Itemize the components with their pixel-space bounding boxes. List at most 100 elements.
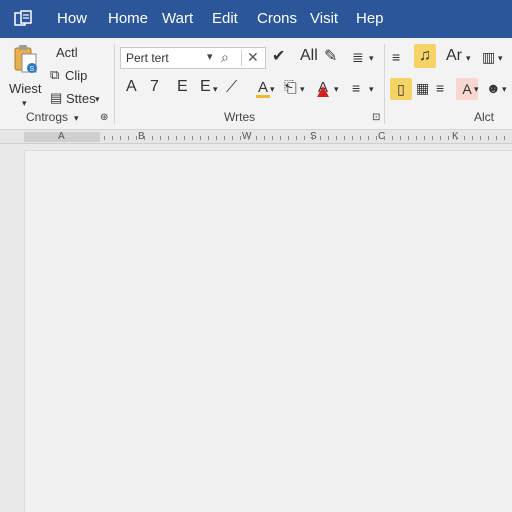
align-icon[interactable]: ≡ bbox=[392, 48, 400, 66]
columns-icon[interactable]: ▥ bbox=[482, 48, 495, 66]
chevron-down-icon[interactable]: ▾ bbox=[474, 82, 479, 96]
ruler-tick bbox=[104, 136, 105, 140]
style-ar-button[interactable]: Ar bbox=[446, 48, 462, 64]
ruler-label: A bbox=[58, 131, 65, 142]
ruler-tick bbox=[128, 136, 129, 140]
ruler-tick bbox=[200, 136, 201, 140]
ruler-tick bbox=[328, 136, 329, 140]
ribbon: S Wiest ▾ Actl ⧉ Clip ▤ Sttes ▾ Cntrogs … bbox=[0, 38, 512, 130]
ruler-tick bbox=[184, 136, 185, 140]
chevron-down-icon[interactable]: ▾ bbox=[270, 82, 275, 96]
font-group-label: Wrtes bbox=[224, 110, 256, 124]
styles-label[interactable]: Sttes bbox=[66, 91, 96, 107]
menu-bar: How Home Wart Edit Crons Visit Hep bbox=[0, 0, 512, 38]
ruler-tick bbox=[136, 136, 137, 140]
paste-label: Wiest bbox=[9, 81, 42, 96]
ruler-tick bbox=[488, 136, 489, 140]
menu-visit[interactable]: Visit bbox=[310, 10, 338, 28]
eraser-icon[interactable]: ⟋ bbox=[226, 79, 237, 97]
format-painter-icon[interactable]: ▤ bbox=[50, 89, 62, 107]
chevron-down-icon[interactable]: ▾ bbox=[498, 51, 503, 65]
dialog-launcher-icon[interactable]: ⊛ bbox=[100, 111, 108, 125]
ruler-tick bbox=[408, 136, 409, 140]
paste-icon: S bbox=[14, 45, 37, 73]
ruler-tick bbox=[360, 136, 361, 140]
menu-how[interactable]: How bbox=[57, 10, 87, 28]
divider bbox=[114, 44, 115, 124]
chevron-down-icon[interactable]: ▾ bbox=[95, 92, 100, 106]
clip-label[interactable]: Clip bbox=[65, 68, 87, 84]
music-button[interactable]: ♫ bbox=[414, 44, 436, 68]
dialog-launcher-icon[interactable]: ⊡ bbox=[372, 111, 380, 125]
close-icon[interactable]: ✕ bbox=[247, 49, 259, 66]
ruler-tick bbox=[248, 136, 249, 140]
document-area bbox=[0, 144, 512, 512]
horizontal-ruler[interactable]: A B W S C K bbox=[0, 130, 512, 144]
copy-icon[interactable]: ⧉ bbox=[50, 66, 59, 84]
ruler-tick bbox=[320, 136, 321, 140]
ruler-tick bbox=[224, 136, 225, 140]
ruler-tick bbox=[168, 136, 169, 140]
font-a-button[interactable]: A bbox=[126, 79, 137, 95]
ruler-tick bbox=[344, 136, 345, 140]
ruler-tick bbox=[160, 136, 161, 140]
font-7-button[interactable]: 7 bbox=[150, 79, 159, 95]
menu-hep[interactable]: Hep bbox=[356, 10, 384, 28]
chevron-down-icon[interactable]: ▾ bbox=[466, 51, 471, 65]
font-e-button[interactable]: E bbox=[177, 79, 188, 95]
insert-icon[interactable]: ⎗ bbox=[284, 79, 297, 97]
ruler-tick bbox=[264, 136, 265, 140]
divider bbox=[384, 44, 385, 124]
person-icon[interactable]: ☻ bbox=[486, 79, 501, 97]
ruler-tick bbox=[464, 136, 465, 140]
chevron-down-icon[interactable]: ▾ bbox=[207, 50, 213, 63]
paragraph-icon[interactable]: ≡ bbox=[352, 79, 360, 97]
font-name-combobox[interactable]: Pert tert ▾ ⌕ ✕ bbox=[120, 47, 266, 69]
chevron-down-icon[interactable]: ▾ bbox=[74, 111, 79, 125]
svg-text:S: S bbox=[30, 66, 35, 73]
ruler-tick bbox=[400, 136, 401, 140]
ruler-tick bbox=[272, 136, 273, 140]
document-page[interactable] bbox=[24, 150, 512, 512]
chevron-down-icon[interactable]: ▾ bbox=[502, 82, 507, 96]
act-label[interactable]: Actl bbox=[56, 45, 78, 61]
clipboard-group-label: Cntrogs bbox=[26, 110, 69, 124]
chevron-down-icon[interactable]: ▾ bbox=[369, 82, 374, 96]
lines-icon[interactable]: ≡ bbox=[436, 79, 444, 97]
document-icon[interactable] bbox=[14, 10, 32, 28]
chevron-down-icon[interactable]: ▾ bbox=[22, 96, 27, 110]
doc-style-button[interactable]: ▯ bbox=[390, 78, 412, 100]
paste-button[interactable]: S Wiest ▾ bbox=[6, 42, 46, 108]
ruler-tick bbox=[456, 136, 457, 140]
ruler-tick bbox=[152, 136, 153, 140]
ruler-tick bbox=[280, 136, 281, 140]
menu-crons[interactable]: Crons bbox=[257, 10, 297, 28]
ruler-tick bbox=[240, 136, 241, 140]
ruler-tick bbox=[304, 136, 305, 140]
ruler-tick bbox=[368, 136, 369, 140]
table-icon[interactable]: ▦ bbox=[416, 79, 429, 97]
ruler-tick bbox=[440, 136, 441, 140]
styles-group-label: Alct bbox=[474, 110, 495, 124]
font-color-button[interactable]: A bbox=[314, 79, 332, 99]
chevron-down-icon[interactable]: ▾ bbox=[300, 82, 305, 96]
page-icon: ▯ bbox=[397, 81, 405, 97]
ruler-tick bbox=[216, 136, 217, 140]
check-icon[interactable]: ✔ bbox=[272, 48, 285, 66]
font-e2-button[interactable]: E bbox=[200, 79, 211, 95]
list-icon[interactable]: ≣ bbox=[352, 48, 364, 66]
chevron-down-icon[interactable]: ▾ bbox=[213, 82, 218, 96]
chevron-down-icon[interactable]: ▾ bbox=[334, 82, 339, 96]
menu-home[interactable]: Home bbox=[108, 10, 148, 28]
pen-icon[interactable]: ✎ bbox=[324, 48, 337, 66]
ruler-tick bbox=[472, 136, 473, 140]
ruler-tick bbox=[312, 136, 313, 140]
eyedropper-icon[interactable]: ⌕ bbox=[221, 49, 229, 66]
menu-wart[interactable]: Wart bbox=[162, 10, 193, 28]
chevron-down-icon[interactable]: ▾ bbox=[369, 51, 374, 65]
menu-edit[interactable]: Edit bbox=[212, 10, 238, 28]
ruler-tick bbox=[256, 136, 257, 140]
font-size-value[interactable]: All bbox=[300, 48, 318, 64]
ruler-tick bbox=[376, 136, 377, 140]
ruler-tick bbox=[192, 136, 193, 140]
